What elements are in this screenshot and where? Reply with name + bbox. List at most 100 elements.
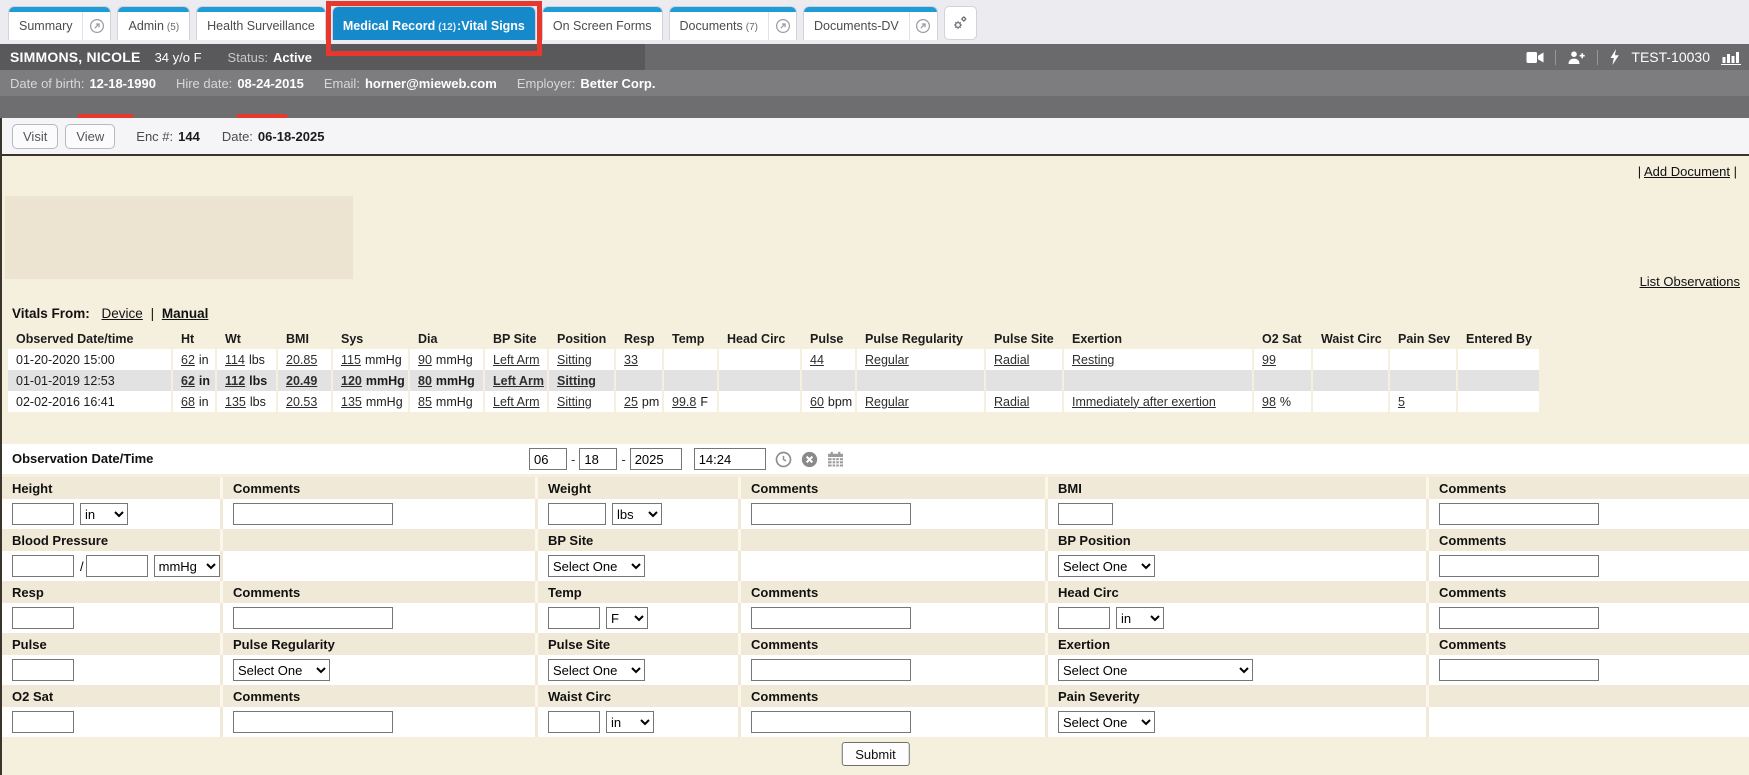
add-document-link[interactable]: Add Document — [1644, 164, 1730, 179]
value-link[interactable]: 33 — [624, 353, 638, 367]
tab-admin[interactable]: Admin(5) — [117, 6, 190, 40]
value-link[interactable]: 62 — [181, 353, 195, 367]
add-person-icon[interactable] — [1567, 50, 1586, 65]
tab-label[interactable]: Health Surveillance — [197, 19, 325, 33]
value-link[interactable]: 68 — [181, 395, 195, 409]
value-link[interactable]: Sitting — [557, 395, 592, 409]
head-circ-select[interactable]: in — [1116, 607, 1164, 629]
value-link[interactable]: 135 — [225, 395, 246, 409]
comments-input[interactable] — [1439, 659, 1599, 681]
value-link[interactable]: 135 — [341, 395, 362, 409]
calendar-icon[interactable] — [827, 451, 844, 468]
value-link[interactable]: Resting — [1072, 353, 1114, 367]
waist-circ-input[interactable] — [548, 711, 600, 733]
value-link[interactable]: Left Arm — [493, 374, 544, 388]
tab-menu-icon[interactable] — [83, 12, 110, 40]
comments-input[interactable] — [751, 711, 911, 733]
resp-input[interactable] — [12, 607, 74, 629]
bp-position-select[interactable]: Select One — [1058, 555, 1155, 577]
visit-button[interactable]: Visit — [12, 124, 58, 149]
submit-button[interactable]: Submit — [841, 742, 909, 766]
list-observations-link[interactable]: List Observations — [1640, 274, 1740, 289]
value-link[interactable]: 112 — [225, 374, 245, 388]
clock-icon[interactable] — [775, 451, 792, 468]
obs-month-input[interactable] — [529, 448, 567, 470]
exertion-select[interactable]: Select One — [1058, 659, 1253, 681]
tab-health-surveillance[interactable]: Health Surveillance — [196, 6, 326, 40]
value-link[interactable]: Regular — [865, 353, 909, 367]
value-link[interactable]: 90 — [418, 353, 432, 367]
value-link[interactable]: 120 — [341, 374, 362, 388]
lightning-icon[interactable] — [1609, 49, 1620, 65]
obs-year-input[interactable] — [630, 448, 682, 470]
value-link[interactable]: Radial — [994, 353, 1029, 367]
comments-input[interactable] — [233, 711, 393, 733]
value-link[interactable]: 44 — [810, 353, 824, 367]
tab-label[interactable]: Documents(7) — [670, 19, 768, 33]
value-link[interactable]: 60 — [810, 395, 824, 409]
view-button[interactable]: View — [65, 124, 115, 149]
obs-day-input[interactable] — [579, 448, 617, 470]
tab-label[interactable]: Documents-DV — [804, 19, 909, 33]
tab-label[interactable]: Admin(5) — [118, 19, 189, 33]
value-link[interactable]: 98 — [1262, 395, 1276, 409]
value-link[interactable]: 20.53 — [286, 395, 317, 409]
tab-documents[interactable]: Documents(7) — [669, 6, 797, 40]
value-link[interactable]: 5 — [1398, 395, 1405, 409]
value-link[interactable]: 85 — [418, 395, 432, 409]
weight-select[interactable]: lbs — [612, 503, 662, 525]
tab-menu-icon[interactable] — [769, 12, 796, 40]
device-link[interactable]: Device — [102, 306, 143, 321]
temp-select[interactable]: F — [606, 607, 648, 629]
value-link[interactable]: 25 — [624, 395, 638, 409]
value-link[interactable]: 62 — [181, 374, 195, 388]
tab-label[interactable]: Summary — [9, 19, 82, 33]
head-circ-input[interactable] — [1058, 607, 1110, 629]
blood-pressure-input[interactable] — [12, 555, 74, 577]
tab-menu-icon[interactable] — [910, 12, 937, 40]
weight-input[interactable] — [548, 503, 606, 525]
value-link[interactable]: 99.8 — [672, 395, 696, 409]
pain-severity-select[interactable]: Select One — [1058, 711, 1155, 733]
video-camera-icon[interactable] — [1526, 51, 1544, 64]
bar-chart-icon[interactable] — [1721, 50, 1741, 65]
manual-link[interactable]: Manual — [162, 306, 209, 321]
comments-input[interactable] — [233, 503, 393, 525]
waist-circ-select[interactable]: in — [606, 711, 654, 733]
value-link[interactable]: Sitting — [557, 353, 592, 367]
tab-documents-dv[interactable]: Documents-DV — [803, 6, 938, 40]
o2-sat-input[interactable] — [12, 711, 74, 733]
temp-input[interactable] — [548, 607, 600, 629]
value-link[interactable]: Left Arm — [493, 353, 540, 367]
value-link[interactable]: 20.85 — [286, 353, 317, 367]
value-link[interactable]: Immediately after exertion — [1072, 395, 1216, 409]
tab-on-screen-forms[interactable]: On Screen Forms — [542, 6, 663, 40]
tab-label[interactable]: On Screen Forms — [543, 19, 662, 33]
blood-pressure-select[interactable]: mmHg — [154, 555, 220, 577]
comments-input[interactable] — [233, 607, 393, 629]
comments-input[interactable] — [1439, 607, 1599, 629]
comments-input[interactable] — [1439, 555, 1599, 577]
value-link[interactable]: Left Arm — [493, 395, 540, 409]
tab-summary[interactable]: Summary — [8, 6, 111, 40]
obs-time-input[interactable] — [694, 448, 766, 470]
blood-pressure-input[interactable] — [86, 555, 148, 577]
value-link[interactable]: 115 — [341, 353, 361, 367]
value-link[interactable]: Regular — [865, 395, 909, 409]
comments-input[interactable] — [751, 659, 911, 681]
tab-medical-record[interactable]: Medical Record(12):Vital Signs — [332, 6, 536, 40]
height-input[interactable] — [12, 503, 74, 525]
tab-label[interactable]: Medical Record(12):Vital Signs — [333, 19, 535, 33]
bmi-input[interactable] — [1058, 503, 1113, 525]
pulse-site-select[interactable]: Select One — [548, 659, 645, 681]
bp-site-select[interactable]: Select One — [548, 555, 645, 577]
clear-icon[interactable] — [801, 451, 818, 468]
value-link[interactable]: Radial — [994, 395, 1029, 409]
value-link[interactable]: 114 — [225, 353, 245, 367]
comments-input[interactable] — [751, 503, 911, 525]
height-select[interactable]: in — [80, 503, 128, 525]
gear-button[interactable] — [944, 6, 977, 40]
value-link[interactable]: 80 — [418, 374, 432, 388]
value-link[interactable]: 99 — [1262, 353, 1276, 367]
comments-input[interactable] — [1439, 503, 1599, 525]
